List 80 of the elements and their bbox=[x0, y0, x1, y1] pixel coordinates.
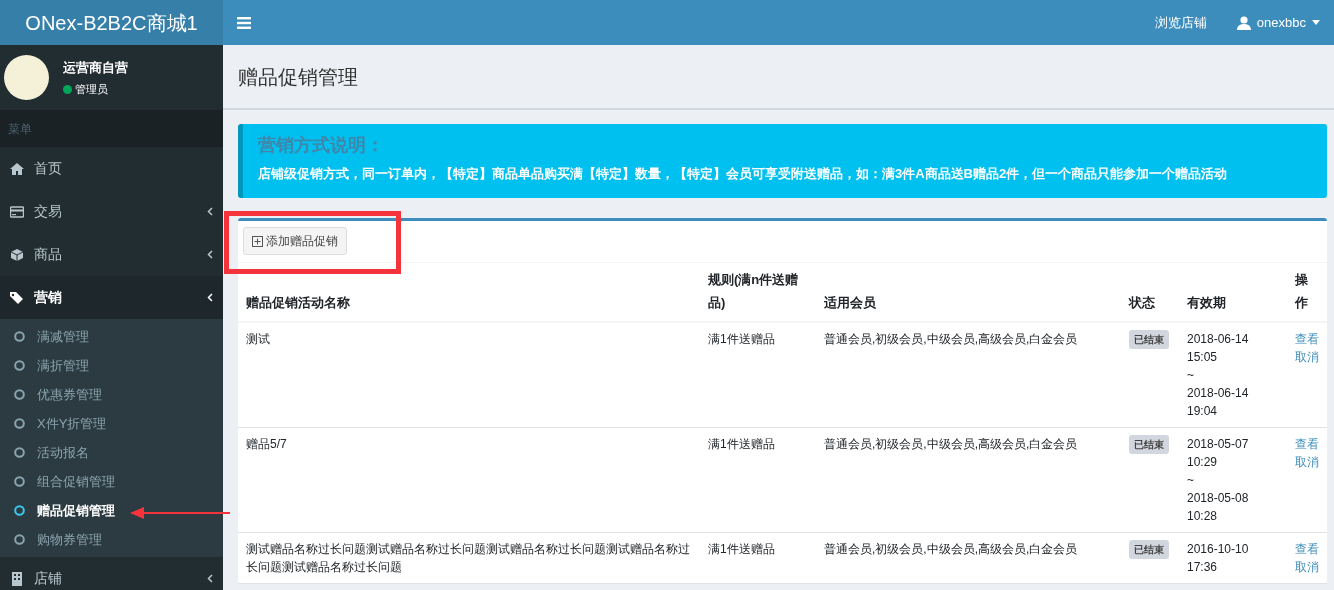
submenu-item[interactable]: X件Y折管理 bbox=[0, 409, 223, 438]
circle-icon bbox=[14, 331, 25, 342]
sidebar-item[interactable]: 交易 bbox=[0, 190, 223, 233]
date-text: 10:28 bbox=[1187, 507, 1219, 525]
chevron-icon bbox=[207, 293, 213, 302]
home-icon bbox=[10, 161, 24, 176]
submenu-item[interactable]: 赠品促销管理 bbox=[0, 496, 223, 525]
submenu-item[interactable]: 满减管理 bbox=[0, 322, 223, 351]
user-icon bbox=[1236, 15, 1251, 30]
callout-text: 店铺级促销方式，同一订单内，【特定】商品单品购买满【特定】数量，【特定】会员可享受附送赠品，如：满3件A商品送B赠品2件，但一个商品只能参加一个赠品活动 bbox=[258, 165, 1229, 183]
circle-icon bbox=[14, 360, 25, 371]
submenu-item[interactable]: 优惠券管理 bbox=[0, 380, 223, 409]
sidebar-item[interactable]: 首页 bbox=[0, 147, 223, 190]
menu-icon[interactable] bbox=[237, 16, 251, 29]
submenu-item[interactable]: 购物券管理 bbox=[0, 525, 223, 554]
rule-text: 满1件送赠品 bbox=[708, 541, 775, 556]
action-link[interactable]: 取消 bbox=[1295, 347, 1319, 366]
page-title: 赠品促销管理 bbox=[238, 64, 358, 89]
menu-header: 菜单 bbox=[0, 110, 223, 147]
date-text: 17:36 bbox=[1187, 558, 1219, 576]
credit-card-icon bbox=[10, 204, 24, 219]
cube-icon bbox=[10, 247, 24, 262]
submenu-item[interactable]: 活动报名 bbox=[0, 438, 223, 467]
status-label: 已结束 bbox=[1129, 434, 1169, 454]
user-menu[interactable]: onexbbc bbox=[1236, 12, 1320, 33]
tag-icon bbox=[10, 290, 24, 305]
column-header: 状态 bbox=[1121, 263, 1179, 322]
date-text: 10:29 bbox=[1187, 453, 1219, 471]
sidebar-item[interactable]: 商品 bbox=[0, 233, 223, 276]
chevron-icon bbox=[207, 250, 213, 259]
members-text: 普通会员,初级会员,中级会员,高级会员,白金会员 bbox=[824, 541, 1078, 556]
caret-icon bbox=[1312, 20, 1320, 25]
building-icon bbox=[10, 571, 24, 586]
column-header: 适用会员 bbox=[816, 263, 1121, 322]
user-name: 运营商自营 bbox=[63, 58, 128, 77]
date-separator: ~ bbox=[1187, 471, 1195, 489]
date-text: 2016-10-10 bbox=[1187, 540, 1250, 558]
shop-link[interactable]: 浏览店铺 bbox=[1154, 14, 1207, 30]
status-label: 已结束 bbox=[1129, 329, 1169, 349]
name-text: 测试 bbox=[246, 331, 270, 346]
action-link[interactable]: 查看 bbox=[1295, 434, 1319, 453]
chevron-icon bbox=[207, 207, 213, 216]
add-button[interactable]: 添加赠品促销 bbox=[243, 227, 347, 256]
date-text: 19:04 bbox=[1187, 402, 1219, 420]
submenu-item[interactable]: 组合促销管理 bbox=[0, 467, 223, 496]
circle-icon bbox=[14, 534, 25, 545]
column-header: 有效期 bbox=[1179, 263, 1287, 322]
rule-text: 满1件送赠品 bbox=[708, 331, 775, 346]
name-text: 赠品5/7 bbox=[246, 436, 287, 451]
action-link[interactable]: 查看 bbox=[1295, 539, 1319, 558]
date-text: 15:05 bbox=[1187, 348, 1219, 366]
status-label: 已结束 bbox=[1129, 539, 1169, 559]
submenu-item[interactable]: 满折管理 bbox=[0, 351, 223, 380]
date-separator: ~ bbox=[1187, 366, 1195, 384]
sidebar-item[interactable]: 营销 bbox=[0, 276, 223, 319]
action-link[interactable]: 查看 bbox=[1295, 329, 1319, 348]
circle-icon bbox=[14, 505, 25, 516]
plus-square-icon bbox=[252, 235, 263, 247]
user-role: 管理员 bbox=[75, 82, 108, 97]
circle-icon bbox=[14, 418, 25, 429]
sidebar-item[interactable]: 店铺 bbox=[0, 557, 223, 590]
avatar-photo-placeholder bbox=[4, 55, 49, 100]
members-text: 普通会员,初级会员,中级会员,高级会员,白金会员 bbox=[824, 331, 1078, 346]
action-link[interactable]: 取消 bbox=[1295, 557, 1319, 576]
date-text: 2018-05-07 bbox=[1187, 435, 1250, 453]
name-text: 测试赠品名称过长问题测试赠品名称过长问题测试赠品名称过长问题测试赠品名称过长问题测试赠品名称过长问题 bbox=[246, 541, 690, 574]
column-header: 赠品促销活动名称 bbox=[238, 263, 700, 322]
circle-icon bbox=[14, 389, 25, 400]
column-header: 操作 bbox=[1287, 263, 1327, 322]
action-link[interactable]: 取消 bbox=[1295, 452, 1319, 471]
circle-icon bbox=[14, 476, 25, 487]
chevron-icon bbox=[207, 574, 213, 583]
date-text: 2018-05-08 bbox=[1187, 489, 1250, 507]
rule-text: 满1件送赠品 bbox=[708, 436, 775, 451]
circle-icon bbox=[14, 447, 25, 458]
date-text: 2018-06-14 bbox=[1187, 330, 1250, 348]
date-text: 2018-06-14 bbox=[1187, 384, 1250, 402]
callout-title: 营销方式说明： bbox=[258, 134, 385, 157]
members-text: 普通会员,初级会员,中级会员,高级会员,白金会员 bbox=[824, 436, 1078, 451]
column-header: 规则(满n件送赠品) bbox=[700, 263, 816, 322]
